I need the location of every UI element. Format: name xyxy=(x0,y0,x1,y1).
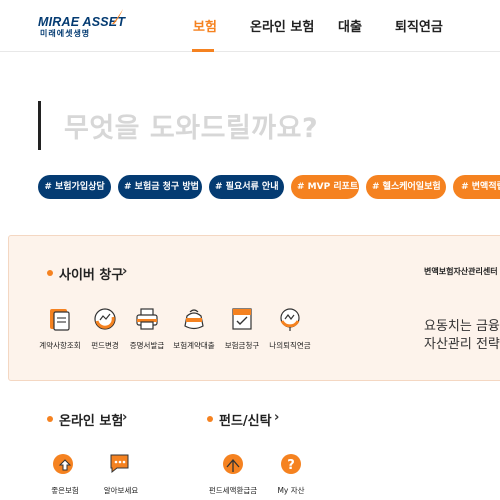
nav-item-retirement-pension[interactable]: 퇴직연금 xyxy=(395,16,443,35)
nav-item-loan[interactable]: 대출 xyxy=(338,16,362,35)
tag-required-documents[interactable]: # 필요서류 안내 xyxy=(209,175,284,199)
nav-item-online-insurance[interactable]: 온라인 보험 xyxy=(250,16,314,35)
my-asset-icon: ? xyxy=(281,454,301,474)
tag-healthcare-insurance[interactable]: # 헬스케어일보험 xyxy=(366,175,446,199)
online-insurance-title[interactable]: 온라인 보험 xyxy=(59,410,123,429)
chevron-right-icon[interactable]: › xyxy=(122,410,127,425)
pension-icon xyxy=(280,308,300,331)
cyber-window-title[interactable]: 사이버 창구 xyxy=(59,264,123,283)
printer-icon xyxy=(136,308,158,330)
svg-text:?: ? xyxy=(287,458,295,473)
tag-insurance-consult[interactable]: # 보험가입상담 xyxy=(38,175,111,199)
fund-trust-title[interactable]: 펀드/신탁 xyxy=(219,410,272,429)
bullet-dot xyxy=(47,416,53,422)
promo-text-line: 요동치는 금융시 xyxy=(424,319,500,334)
chevron-right-icon[interactable]: › xyxy=(122,264,127,279)
logo-swoosh-icon xyxy=(112,9,123,24)
nav-item-insurance[interactable]: 보험 xyxy=(193,16,217,35)
logo[interactable]: MIRAE ASSET 미래에셋생명 xyxy=(38,9,125,40)
service-label: 나의퇴직연금 xyxy=(269,341,311,350)
money-bag-icon xyxy=(184,309,204,330)
service-label: 알아보세요 xyxy=(103,486,139,495)
document-icon xyxy=(50,309,70,331)
tag-claim-method[interactable]: # 보험금 청구 방법 xyxy=(118,175,202,199)
good-insurance-icon xyxy=(53,454,73,474)
bullet-dot xyxy=(47,270,53,276)
tag-variable-savings[interactable]: # 변액적립 xyxy=(453,175,500,199)
tag-mvp-report[interactable]: # MVP 리포트 xyxy=(291,175,359,199)
header: MIRAE ASSET 미래에셋생명 보험 온라인 보험 대출 퇴직연금 xyxy=(0,0,500,52)
service-label: My 자산 xyxy=(277,486,305,495)
fund-refund-icon xyxy=(223,454,243,474)
fund-change-icon xyxy=(94,308,116,330)
bullet-dot xyxy=(207,416,213,422)
logo-subtext: 미래에셋생명 xyxy=(40,29,91,38)
nav-active-indicator xyxy=(192,49,214,52)
search-cursor xyxy=(38,101,41,150)
chat-icon xyxy=(110,454,129,474)
variable-insurance-center-title[interactable]: 변액보험자산관리센터 xyxy=(424,266,498,277)
promo-text-line: 자산관리 전략은 xyxy=(424,337,500,352)
claim-icon xyxy=(232,308,252,330)
chevron-right-icon[interactable]: › xyxy=(274,410,279,425)
search-input[interactable]: 무엇을 도와드릴까요? xyxy=(64,106,318,145)
